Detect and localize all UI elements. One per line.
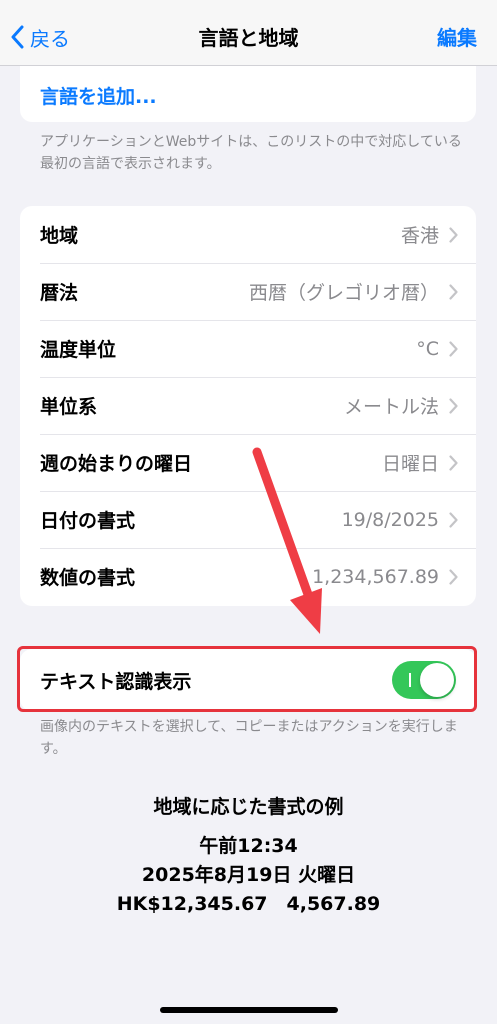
settings-row-first-weekday[interactable]: 週の始まりの曜日 日曜日 bbox=[20, 434, 476, 491]
chevron-right-icon bbox=[449, 397, 458, 414]
format-example-time: 午前12:34 bbox=[199, 835, 298, 857]
row-value: 香港 bbox=[400, 225, 439, 247]
chevron-right-icon bbox=[449, 283, 458, 300]
language-note: アプリケーションとWebサイトは、このリストの中で対応している最初の言語で表示さ… bbox=[40, 134, 462, 172]
row-label: 地域 bbox=[40, 225, 79, 247]
region-settings-card: 地域 香港 暦法 西暦（グレゴリオ暦） 温度単位 °C 単位系 メートル法 週の… bbox=[20, 206, 476, 606]
home-indicator[interactable] bbox=[160, 1007, 338, 1013]
format-example-title: 地域に応じた書式の例 bbox=[153, 796, 344, 818]
toggle-on-mark bbox=[409, 673, 411, 687]
settings-row-temperature[interactable]: 温度単位 °C bbox=[20, 320, 476, 377]
settings-row-number-format[interactable]: 数値の書式 1,234,567.89 bbox=[20, 548, 476, 605]
row-value: 1,234,567.89 bbox=[312, 565, 439, 588]
live-text-label: テキスト認識表示 bbox=[40, 670, 192, 693]
row-value: °C bbox=[416, 337, 439, 360]
row-label: 暦法 bbox=[40, 282, 79, 304]
settings-row-region[interactable]: 地域 香港 bbox=[20, 206, 476, 263]
toggle-knob[interactable] bbox=[420, 663, 454, 697]
row-label: 週の始まりの曜日 bbox=[40, 453, 193, 475]
chevron-right-icon bbox=[449, 226, 458, 243]
chevron-right-icon bbox=[449, 454, 458, 471]
format-example-numbers: HK$12,345.67 4,567.89 bbox=[116, 893, 381, 915]
row-label: 温度単位 bbox=[40, 339, 117, 361]
chevron-right-icon bbox=[449, 511, 458, 528]
row-label: 単位系 bbox=[40, 396, 98, 418]
row-value: 日曜日 bbox=[381, 453, 439, 475]
chevron-right-icon bbox=[449, 568, 458, 585]
live-text-note: 画像内のテキストを選択して、コピーまたはアクションを実行します。 bbox=[40, 719, 458, 757]
page-title: 言語と地域 bbox=[198, 26, 299, 50]
live-text-toggle[interactable] bbox=[392, 661, 456, 699]
edit-button[interactable]: 編集 bbox=[437, 22, 477, 51]
language-list-card: 言語を追加... bbox=[20, 66, 476, 122]
settings-row-date-format[interactable]: 日付の書式 19/8/2025 bbox=[20, 491, 476, 548]
chevron-right-icon bbox=[449, 340, 458, 357]
row-value: メートル法 bbox=[343, 396, 439, 418]
row-label: 日付の書式 bbox=[40, 510, 136, 532]
add-language-button[interactable]: 言語を追加... bbox=[40, 82, 157, 109]
settings-row-measurement[interactable]: 単位系 メートル法 bbox=[20, 377, 476, 434]
row-label: 数値の書式 bbox=[40, 567, 136, 589]
live-text-card: テキスト認識表示 bbox=[20, 649, 476, 711]
row-value: 西暦（グレゴリオ暦） bbox=[248, 282, 439, 304]
navigation-bar: 戻る 言語と地域 編集 bbox=[0, 0, 497, 66]
live-text-row: テキスト認識表示 bbox=[20, 649, 476, 711]
format-example-date: 2025年8月19日 火曜日 bbox=[141, 864, 356, 886]
settings-row-calendar[interactable]: 暦法 西暦（グレゴリオ暦） bbox=[20, 263, 476, 320]
row-value: 19/8/2025 bbox=[341, 508, 439, 531]
